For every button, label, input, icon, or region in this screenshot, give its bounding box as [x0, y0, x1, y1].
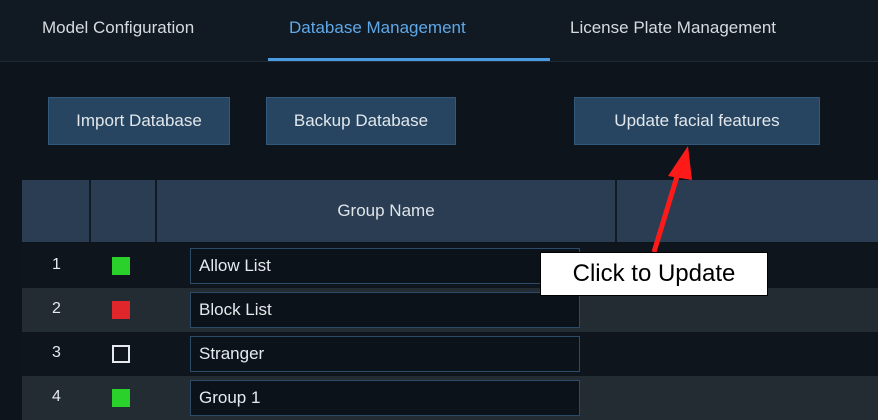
- row-index: 4: [52, 388, 61, 405]
- tab-database-management[interactable]: Database Management: [289, 18, 466, 38]
- row-index: 3: [52, 344, 61, 361]
- import-database-button[interactable]: Import Database: [48, 97, 230, 145]
- group-name-field[interactable]: Block List: [190, 292, 580, 328]
- tab-bar-divider: [0, 61, 878, 62]
- tab-model-configuration[interactable]: Model Configuration: [42, 18, 194, 38]
- group-name-field[interactable]: Allow List: [190, 248, 580, 284]
- group-color-swatch[interactable]: [112, 389, 130, 407]
- row-index: 1: [52, 256, 61, 273]
- backup-database-button[interactable]: Backup Database: [266, 97, 456, 145]
- group-color-swatch[interactable]: [112, 257, 130, 275]
- update-facial-features-button[interactable]: Update facial features: [574, 97, 820, 145]
- group-name-field[interactable]: Stranger: [190, 336, 580, 372]
- group-color-swatch[interactable]: [112, 301, 130, 319]
- table-row[interactable]: 4 Group 1: [22, 376, 878, 420]
- table-row[interactable]: 3 Stranger: [22, 332, 878, 376]
- group-color-swatch[interactable]: [112, 345, 130, 363]
- row-index: 2: [52, 300, 61, 317]
- group-name-field[interactable]: Group 1: [190, 380, 580, 416]
- click-to-update-callout: Click to Update: [540, 252, 768, 296]
- tab-bar: Model Configuration Database Management …: [0, 0, 878, 62]
- header-divider: [89, 180, 91, 242]
- tab-license-plate-management[interactable]: License Plate Management: [570, 18, 776, 38]
- column-header-group-name[interactable]: Group Name: [156, 180, 616, 242]
